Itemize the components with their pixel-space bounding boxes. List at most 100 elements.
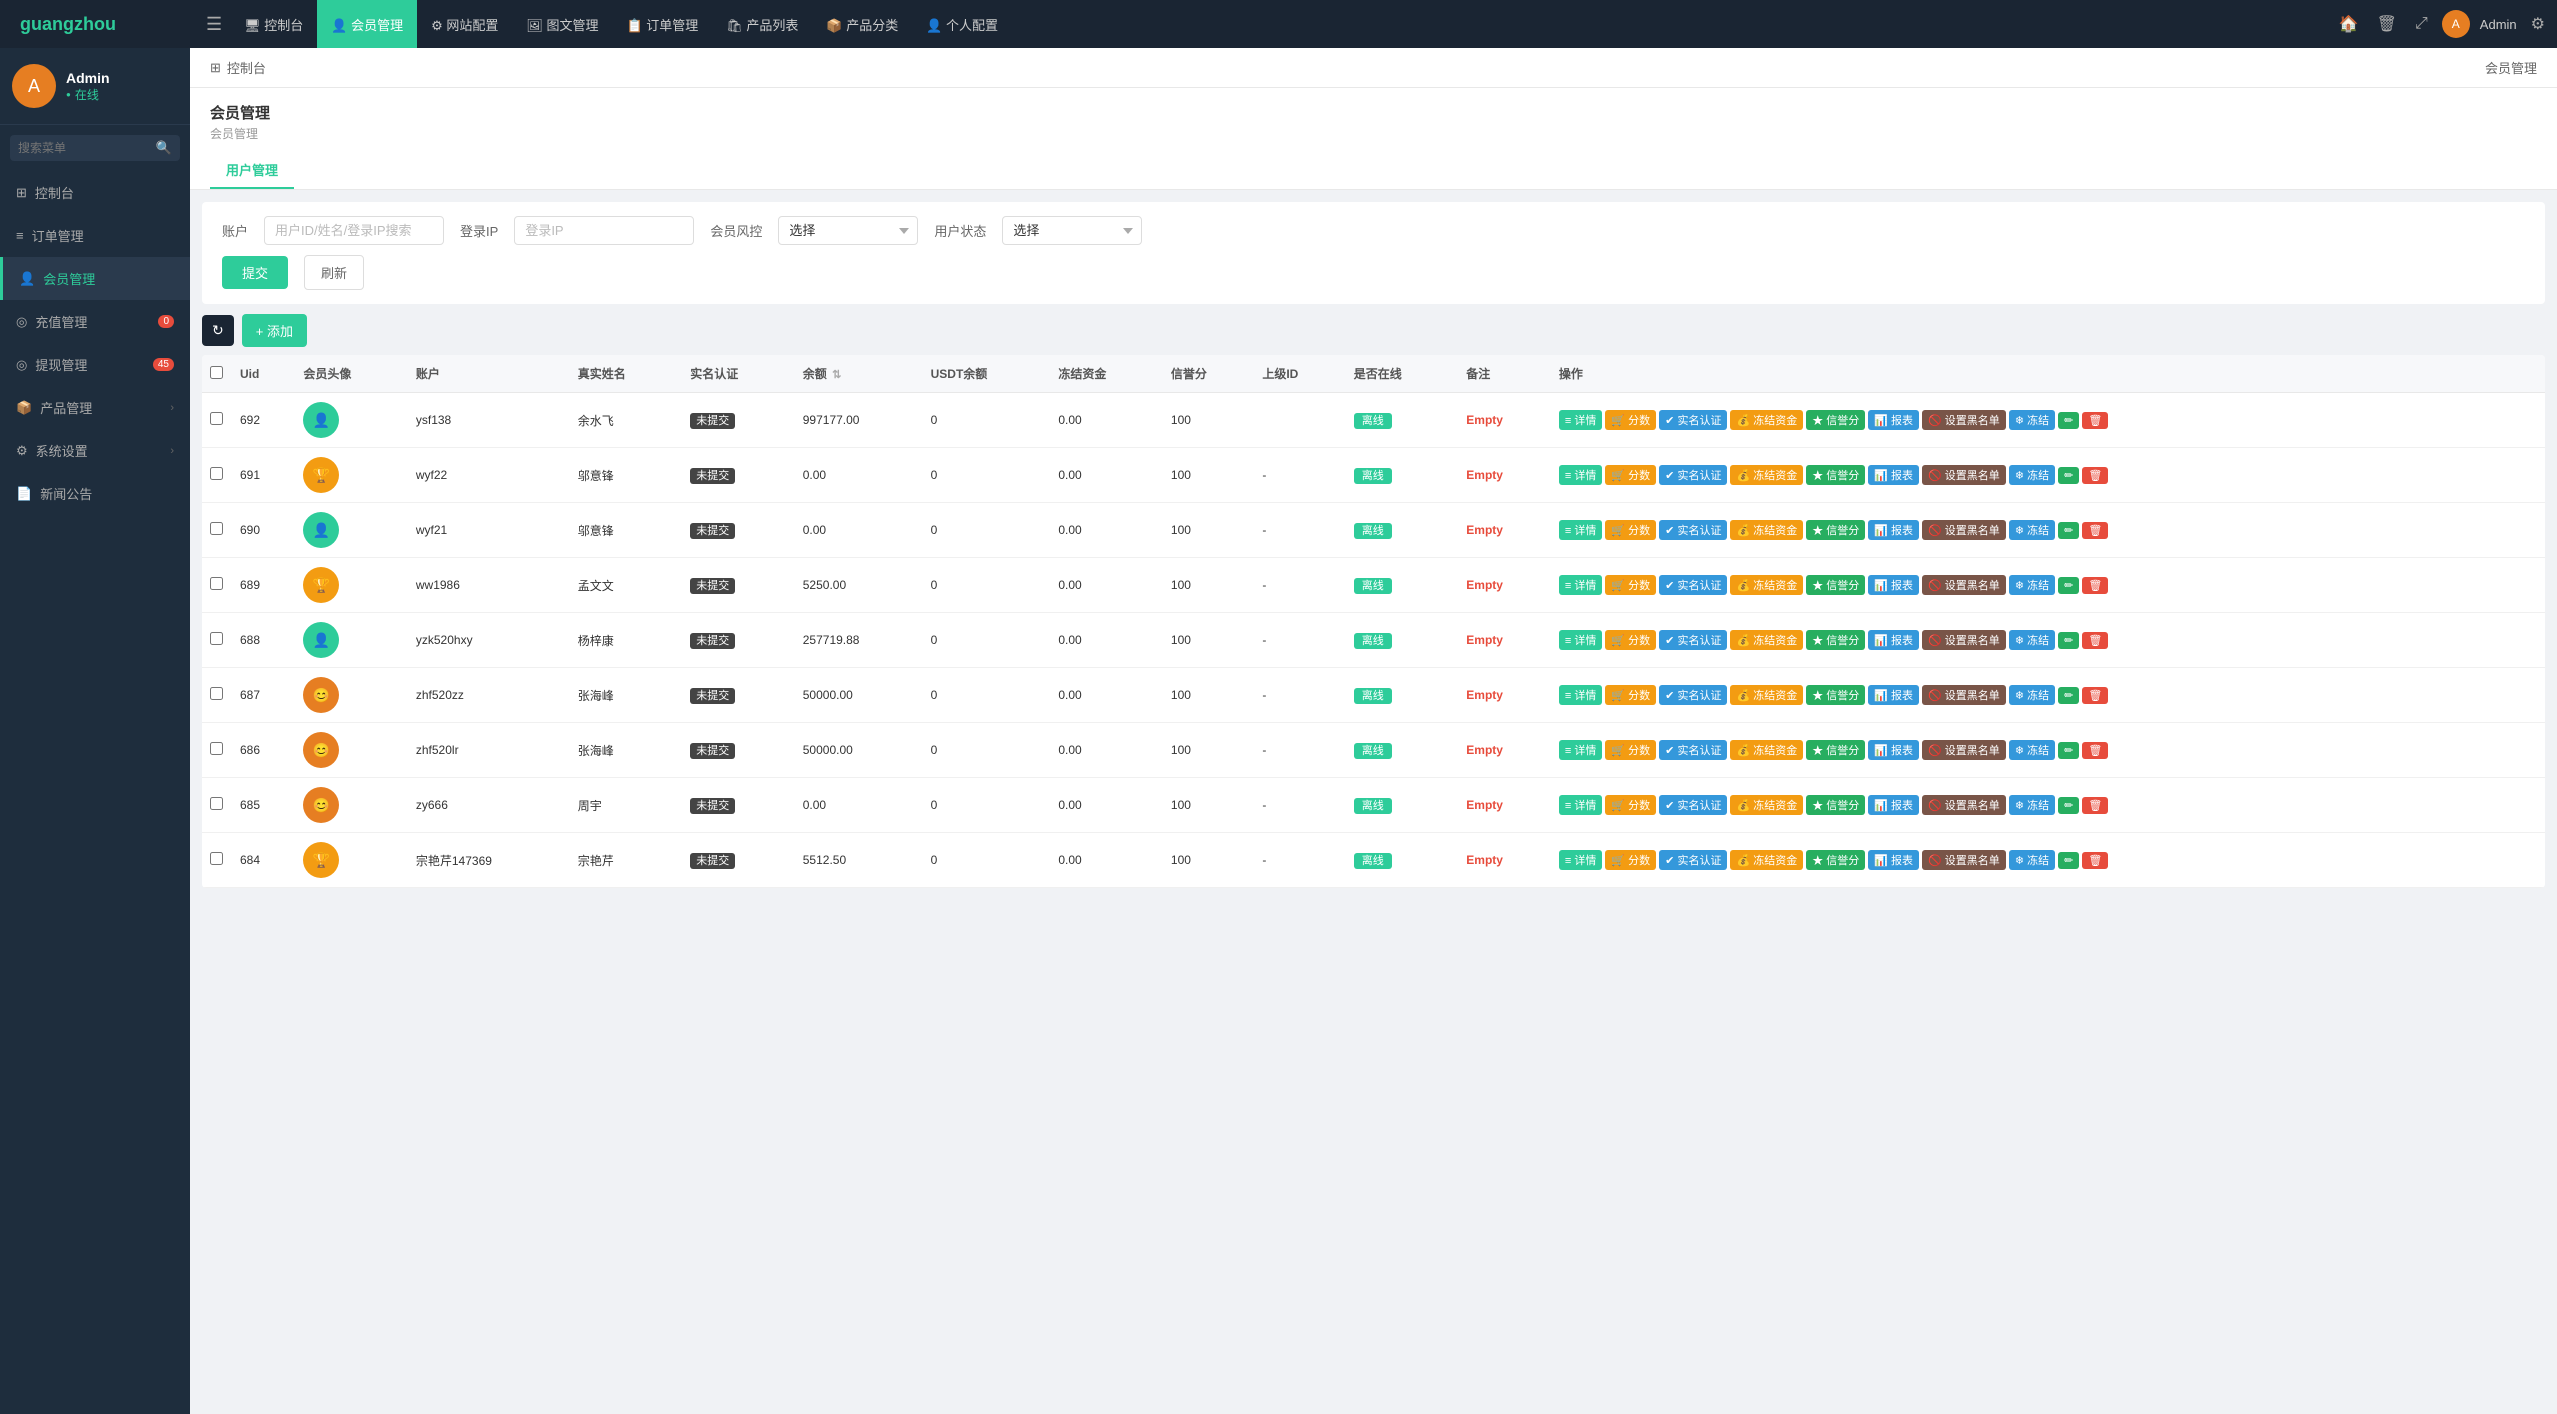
op-btn[interactable]: 🚫 设置黑名单: [1922, 740, 2006, 760]
op-btn[interactable]: ≡ 详情: [1559, 520, 1602, 540]
op-btn[interactable]: 📊 报表: [1868, 795, 1919, 815]
op-btn[interactable]: ✔ 实名认证: [1659, 575, 1727, 595]
op-btn[interactable]: 🗑: [2082, 687, 2108, 704]
op-btn[interactable]: 📊 报表: [1868, 740, 1919, 760]
op-btn[interactable]: 📊 报表: [1868, 410, 1919, 430]
row-checkbox[interactable]: [210, 467, 223, 480]
op-btn[interactable]: ✏: [2058, 797, 2079, 814]
op-btn[interactable]: ✏: [2058, 632, 2079, 649]
op-btn[interactable]: ❄ 冻结: [2009, 850, 2055, 870]
op-btn[interactable]: ★ 信誉分: [1806, 410, 1865, 430]
hamburger-icon[interactable]: ☰: [198, 14, 230, 35]
row-checkbox[interactable]: [210, 522, 223, 535]
op-btn[interactable]: 🛒 分数: [1605, 465, 1656, 485]
op-btn[interactable]: ★ 信誉分: [1806, 850, 1865, 870]
op-btn[interactable]: 🗑: [2082, 797, 2108, 814]
op-btn[interactable]: 🛒 分数: [1605, 685, 1656, 705]
op-btn[interactable]: ★ 信誉分: [1806, 465, 1865, 485]
trash-icon[interactable]: 🗑: [2373, 10, 2401, 38]
op-btn[interactable]: ✔ 实名认证: [1659, 685, 1727, 705]
op-btn[interactable]: 🗑: [2082, 412, 2108, 429]
user-status-select[interactable]: 选择: [1002, 216, 1142, 245]
op-btn[interactable]: 🚫 设置黑名单: [1922, 685, 2006, 705]
op-btn[interactable]: 📊 报表: [1868, 850, 1919, 870]
op-btn[interactable]: 🚫 设置黑名单: [1922, 520, 2006, 540]
op-btn[interactable]: ★ 信誉分: [1806, 575, 1865, 595]
op-btn[interactable]: ★ 信誉分: [1806, 795, 1865, 815]
op-btn[interactable]: 🗑: [2082, 467, 2108, 484]
op-btn[interactable]: 💰 冻结资金: [1730, 630, 1803, 650]
op-btn[interactable]: 📊 报表: [1868, 575, 1919, 595]
settings-icon[interactable]: ⚙: [2527, 10, 2549, 38]
op-btn[interactable]: 🚫 设置黑名单: [1922, 465, 2006, 485]
member-risk-select[interactable]: 选择: [778, 216, 918, 245]
row-checkbox[interactable]: [210, 687, 223, 700]
nav-members[interactable]: 👤 会员管理: [317, 0, 417, 48]
row-checkbox[interactable]: [210, 412, 223, 425]
op-btn[interactable]: 💰 冻结资金: [1730, 795, 1803, 815]
sidebar-search-input[interactable]: [10, 135, 180, 161]
op-btn[interactable]: 🚫 设置黑名单: [1922, 630, 2006, 650]
op-btn[interactable]: 🚫 设置黑名单: [1922, 850, 2006, 870]
sort-icon[interactable]: ⇅: [832, 369, 841, 381]
row-checkbox[interactable]: [210, 852, 223, 865]
op-btn[interactable]: ❄ 冻结: [2009, 795, 2055, 815]
nav-personal[interactable]: 👤 个人配置: [912, 0, 1012, 48]
nav-products[interactable]: 🛍 产品列表: [712, 0, 812, 48]
nav-content[interactable]: 🖼 图文管理: [512, 0, 612, 48]
op-btn[interactable]: ★ 信誉分: [1806, 740, 1865, 760]
op-btn[interactable]: ★ 信誉分: [1806, 685, 1865, 705]
op-btn[interactable]: ✏: [2058, 852, 2079, 869]
op-btn[interactable]: 📊 报表: [1868, 630, 1919, 650]
op-btn[interactable]: 🛒 分数: [1605, 630, 1656, 650]
op-btn[interactable]: ≡ 详情: [1559, 575, 1602, 595]
op-btn[interactable]: ≡ 详情: [1559, 410, 1602, 430]
op-btn[interactable]: ✔ 实名认证: [1659, 740, 1727, 760]
op-btn[interactable]: ❄ 冻结: [2009, 740, 2055, 760]
add-member-button[interactable]: + 添加: [242, 314, 307, 347]
op-btn[interactable]: ✏: [2058, 467, 2079, 484]
op-btn[interactable]: 📊 报表: [1868, 465, 1919, 485]
op-btn[interactable]: ❄ 冻结: [2009, 630, 2055, 650]
op-btn[interactable]: 🗑: [2082, 852, 2108, 869]
op-btn[interactable]: ≡ 详情: [1559, 740, 1602, 760]
sidebar-item-recharge[interactable]: ◎ 充值管理 0: [0, 300, 190, 343]
op-btn[interactable]: 🗑: [2082, 522, 2108, 539]
sidebar-item-settings[interactable]: ⚙ 系统设置 ›: [0, 429, 190, 472]
op-btn[interactable]: ★ 信誉分: [1806, 520, 1865, 540]
op-btn[interactable]: ★ 信誉分: [1806, 630, 1865, 650]
op-btn[interactable]: ≡ 详情: [1559, 685, 1602, 705]
op-btn[interactable]: ✔ 实名认证: [1659, 630, 1727, 650]
sidebar-item-products[interactable]: 📦 产品管理 ›: [0, 386, 190, 429]
sidebar-search-icon[interactable]: 🔍: [156, 140, 172, 156]
sidebar-item-members[interactable]: 👤 会员管理: [0, 257, 190, 300]
op-btn[interactable]: ✔ 实名认证: [1659, 410, 1727, 430]
op-btn[interactable]: 🚫 设置黑名单: [1922, 575, 2006, 595]
sidebar-item-orders[interactable]: ≡ 订单管理: [0, 214, 190, 257]
tab-user-management[interactable]: 用户管理: [210, 152, 294, 189]
op-btn[interactable]: ❄ 冻结: [2009, 685, 2055, 705]
nav-categories[interactable]: 📦 产品分类: [812, 0, 912, 48]
op-btn[interactable]: ❄ 冻结: [2009, 465, 2055, 485]
op-btn[interactable]: 💰 冻结资金: [1730, 850, 1803, 870]
op-btn[interactable]: 🗑: [2082, 632, 2108, 649]
op-btn[interactable]: ≡ 详情: [1559, 795, 1602, 815]
op-btn[interactable]: ❄ 冻结: [2009, 575, 2055, 595]
op-btn[interactable]: 📊 报表: [1868, 685, 1919, 705]
nav-orders[interactable]: 📋 订单管理: [612, 0, 712, 48]
row-checkbox[interactable]: [210, 797, 223, 810]
op-btn[interactable]: ✔ 实名认证: [1659, 520, 1727, 540]
submit-button[interactable]: 提交: [222, 256, 288, 289]
op-btn[interactable]: 🛒 分数: [1605, 740, 1656, 760]
sidebar-item-news[interactable]: 📄 新闻公告: [0, 472, 190, 515]
login-ip-input[interactable]: [514, 216, 694, 245]
op-btn[interactable]: ✏: [2058, 687, 2079, 704]
op-btn[interactable]: 💰 冻结资金: [1730, 575, 1803, 595]
sidebar-item-dashboard[interactable]: ⊞ 控制台: [0, 171, 190, 214]
nav-site-config[interactable]: ⚙ 网站配置: [417, 0, 512, 48]
op-btn[interactable]: ✏: [2058, 412, 2079, 429]
nav-dashboard[interactable]: 🖥 控制台: [230, 0, 317, 48]
op-btn[interactable]: 🗑: [2082, 742, 2108, 759]
op-btn[interactable]: 🛒 分数: [1605, 850, 1656, 870]
op-btn[interactable]: ❄ 冻结: [2009, 410, 2055, 430]
